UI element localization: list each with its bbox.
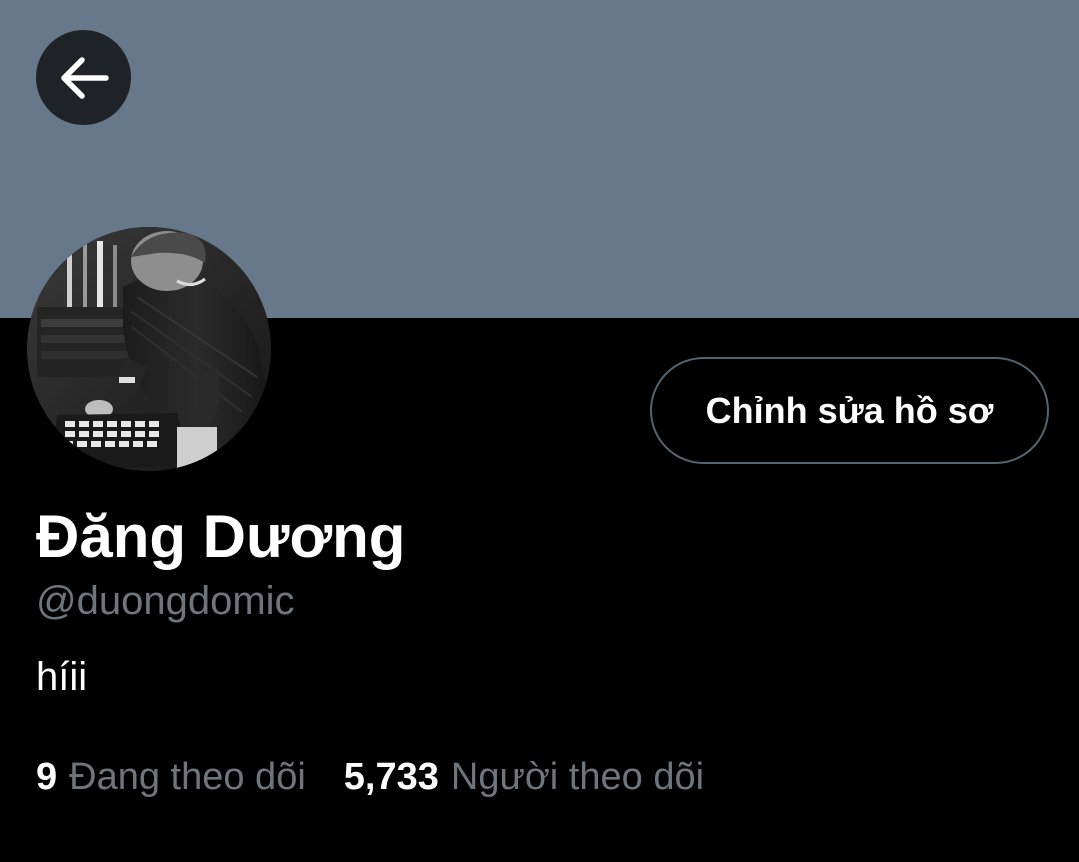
followers-count: 5,733 <box>343 756 439 798</box>
followers-label: Người theo dõi <box>450 756 705 798</box>
arrow-left-icon <box>58 56 110 100</box>
following-count: 9 <box>36 756 58 798</box>
profile-handle: @duongdomic <box>36 579 295 623</box>
followers-stat[interactable]: 5,733 Người theo dõi <box>344 752 704 802</box>
display-name: Đăng Dương <box>36 503 406 570</box>
edit-profile-button[interactable]: Chỉnh sửa hồ sơ <box>650 357 1049 464</box>
back-button[interactable] <box>36 30 131 125</box>
avatar[interactable] <box>27 227 271 471</box>
profile-bio: híii <box>36 655 88 699</box>
following-stat[interactable]: 9 Đang theo dõi <box>36 752 306 802</box>
following-label: Đang theo dõi <box>69 756 306 798</box>
profile-stats: 9 Đang theo dõi 5,733 Người theo dõi <box>36 752 704 802</box>
profile-screen: Chỉnh sửa hồ sơ Đăng Dương @duongdomic h… <box>0 0 1079 862</box>
